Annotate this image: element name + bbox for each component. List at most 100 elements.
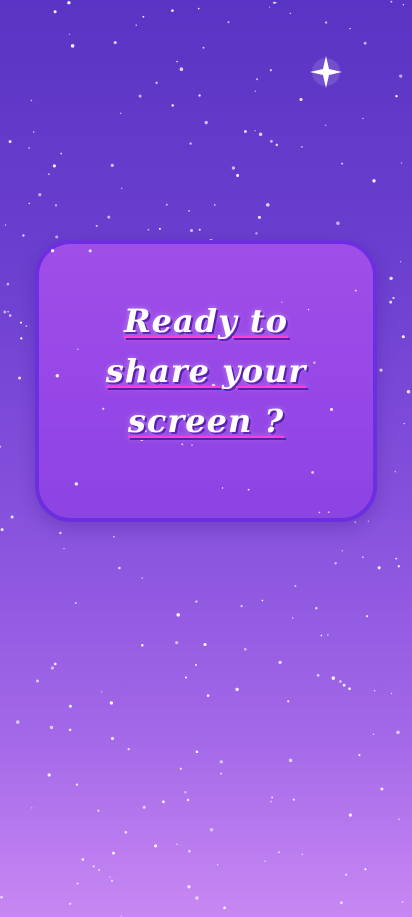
star-dot xyxy=(30,99,33,102)
star-dot xyxy=(92,865,95,868)
star-dot xyxy=(204,120,208,125)
star-dot xyxy=(53,662,57,666)
star-dot xyxy=(47,773,51,777)
star-dot xyxy=(318,511,321,514)
share-screen-prompt-title: Ready to share your screen ? xyxy=(105,302,307,440)
star-dot xyxy=(188,849,191,853)
star-dot xyxy=(155,81,158,85)
star-dot xyxy=(16,720,20,724)
star-dot xyxy=(54,204,58,207)
star-dot xyxy=(406,389,411,394)
star-dot xyxy=(257,215,261,219)
star-dot xyxy=(0,445,2,448)
star-dot xyxy=(392,296,395,300)
star-dot xyxy=(31,807,33,809)
star-dot xyxy=(124,830,128,834)
star-dot xyxy=(7,310,9,313)
star-dot xyxy=(47,173,50,176)
star-dot xyxy=(97,809,100,812)
star-dot xyxy=(20,337,23,340)
star-dot xyxy=(53,10,57,14)
star-dot xyxy=(109,701,114,705)
star-dot xyxy=(195,750,199,754)
star-dot xyxy=(269,69,273,72)
star-dot xyxy=(187,885,191,889)
star-dot xyxy=(358,754,361,757)
star-dot xyxy=(195,600,198,603)
star-dot xyxy=(3,310,7,314)
star-dot xyxy=(184,791,187,794)
star-dot xyxy=(301,853,303,856)
star-dot xyxy=(0,895,3,899)
star-dot xyxy=(292,798,295,801)
star-dot xyxy=(98,869,100,871)
star-dot xyxy=(354,289,357,292)
star-dot xyxy=(197,7,200,10)
star-dot xyxy=(113,41,117,45)
star-dot xyxy=(184,676,188,679)
star-dot xyxy=(243,647,247,651)
star-dot xyxy=(219,760,223,764)
star-dot xyxy=(327,511,330,514)
star-dot xyxy=(202,46,205,49)
star-dot xyxy=(49,725,54,730)
star-dot xyxy=(389,300,393,304)
star-dot xyxy=(52,164,56,168)
star-dot xyxy=(231,166,236,170)
star-dot xyxy=(198,228,201,231)
star-dot xyxy=(189,228,194,233)
star-dot xyxy=(395,557,398,560)
star-dot xyxy=(254,130,256,132)
star-dot xyxy=(55,235,59,239)
star-dot xyxy=(294,585,297,588)
star-dot xyxy=(324,21,328,24)
star-dot xyxy=(59,531,62,535)
star-dot xyxy=(223,906,226,910)
star-dot xyxy=(138,94,142,98)
star-dot xyxy=(240,604,243,608)
star-dot xyxy=(18,376,22,380)
star-dot xyxy=(271,796,273,799)
star-dot xyxy=(396,730,400,735)
star-dot xyxy=(401,335,405,339)
star-dot xyxy=(342,683,346,687)
star-dot xyxy=(334,562,337,565)
star-dot xyxy=(379,368,383,372)
star-dot xyxy=(100,691,103,693)
share-screen-prompt-card: Ready to share your screen ? xyxy=(35,240,377,522)
star-dot xyxy=(349,27,351,30)
star-dot xyxy=(243,130,247,133)
star-dot xyxy=(311,471,314,474)
star-dot xyxy=(141,644,144,647)
star-dot xyxy=(68,704,72,708)
star-dot xyxy=(142,805,146,809)
star-dot xyxy=(110,879,114,882)
star-dot xyxy=(256,78,259,81)
star-dot xyxy=(165,203,168,206)
star-dot xyxy=(247,488,250,491)
star-dot xyxy=(109,876,111,878)
star-dot xyxy=(401,901,404,903)
star-dot xyxy=(50,666,55,670)
star-dot xyxy=(336,221,340,225)
star-dot xyxy=(362,556,364,558)
star-dot xyxy=(107,215,111,219)
star-dot xyxy=(179,67,184,71)
star-dot xyxy=(235,687,239,692)
star-dot xyxy=(365,615,369,618)
star-dot xyxy=(339,901,343,905)
star-dot xyxy=(68,728,72,732)
star-dot xyxy=(81,858,85,861)
star-dot xyxy=(254,90,257,92)
sparkle-icon xyxy=(310,56,342,88)
star-dot xyxy=(315,607,318,610)
star-dot xyxy=(142,15,145,18)
star-dot xyxy=(110,163,114,168)
star-dot xyxy=(324,124,327,127)
star-dot xyxy=(301,146,303,148)
star-dot xyxy=(341,162,344,165)
star-dot xyxy=(119,112,122,115)
star-dot xyxy=(74,602,77,604)
star-dot xyxy=(362,117,364,120)
star-dot xyxy=(203,642,207,647)
